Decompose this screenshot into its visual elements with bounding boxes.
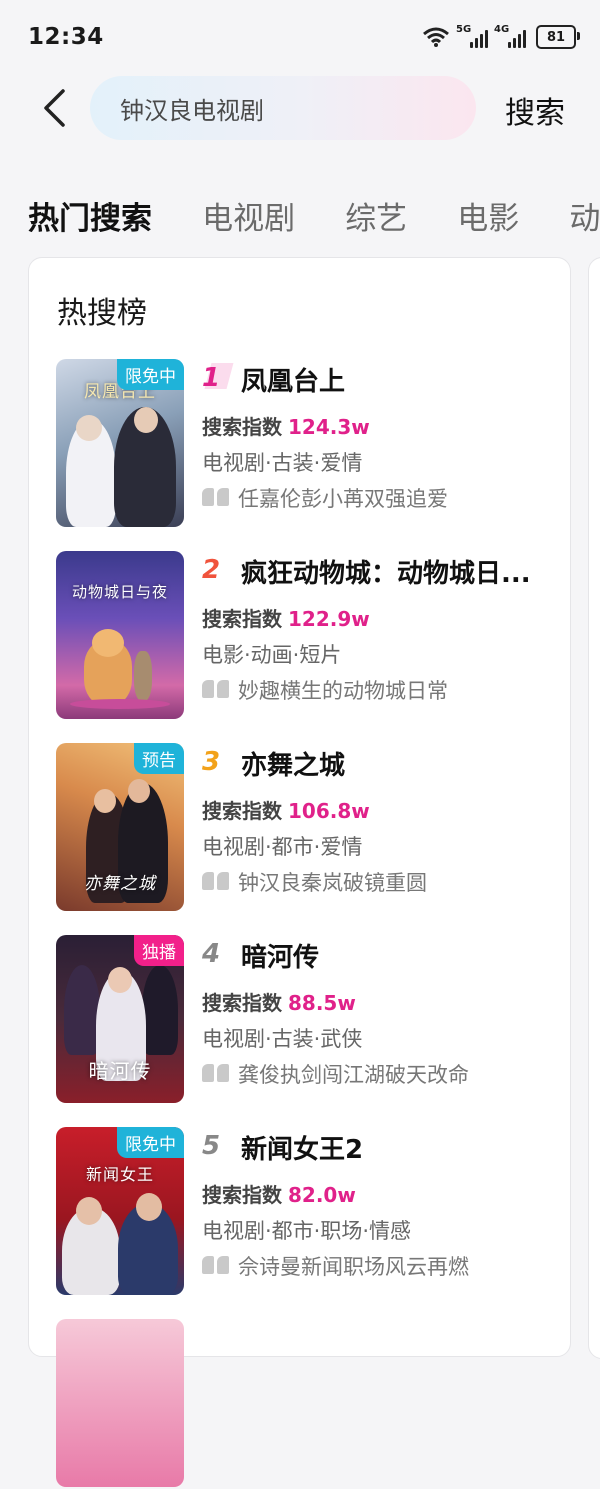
quote-icon xyxy=(202,1064,230,1084)
item-description: 妙趣横生的动物城日常 xyxy=(202,675,448,705)
search-input[interactable] xyxy=(118,93,476,123)
search-index-value: 88.5w xyxy=(288,991,356,1015)
item-title: 疯狂动物城：动物城日... xyxy=(241,559,531,589)
rank-number: 3 xyxy=(202,747,221,777)
category-tabs: 热门搜索 电视剧 综艺 电影 动 xyxy=(28,193,600,241)
tab-anime[interactable]: 动 xyxy=(569,193,600,238)
item-tags: 电视剧·都市·爱情 xyxy=(202,835,363,859)
search-index-value: 106.8w xyxy=(288,799,370,823)
description-text: 任嘉伦彭小苒双强追爱 xyxy=(238,487,448,511)
search-index-value: 122.9w xyxy=(288,607,370,631)
poster-title: 动物城日与夜 xyxy=(71,583,168,601)
search-button[interactable]: 搜索 xyxy=(505,88,565,132)
status-bar: 12:34 5G 4G 81 xyxy=(0,0,600,72)
tab-tv-series[interactable]: 电视剧 xyxy=(202,193,295,238)
search-index: 搜索指数 124.3w xyxy=(202,411,370,440)
item-tags: 电影·动画·短片 xyxy=(202,643,342,667)
poster-badge: 预告 xyxy=(134,743,184,774)
item-description: 钟汉良秦岚破镜重圆 xyxy=(202,867,427,897)
back-button[interactable] xyxy=(30,84,78,132)
list-item[interactable]: 亦舞之城 预告 3 亦舞之城 搜索指数 106.8w 电视剧·都市·爱情 钟汉良秦… xyxy=(56,743,556,913)
poster-image: 新闻女王 限免中 xyxy=(56,1127,184,1295)
item-description: 龚俊执剑闯江湖破天改命 xyxy=(202,1059,469,1089)
search-box[interactable] xyxy=(90,76,476,140)
item-tags: 电视剧·古装·武侠 xyxy=(202,1027,363,1051)
battery-level: 81 xyxy=(546,29,566,45)
item-tags: 电视剧·古装·爱情 xyxy=(202,451,363,475)
poster-image: 亦舞之城 预告 xyxy=(56,743,184,911)
battery-icon: 81 xyxy=(536,25,580,49)
tab-variety[interactable]: 综艺 xyxy=(345,193,407,238)
rank-number: 2 xyxy=(202,555,221,585)
list-item[interactable]: 新闻女王 限免中 5 新闻女王2 搜索指数 82.0w 电视剧·都市·职场·情感 … xyxy=(56,1127,556,1297)
signal-5g-icon: 5G xyxy=(456,24,488,48)
search-index-label: 搜索指数 xyxy=(202,415,282,439)
poster-image: 动物城日与夜 xyxy=(56,551,184,719)
search-index-value: 124.3w xyxy=(288,415,370,439)
search-index-value: 82.0w xyxy=(288,1183,356,1207)
item-description: 佘诗曼新闻职场风云再燃 xyxy=(202,1251,469,1281)
search-index-label: 搜索指数 xyxy=(202,1183,282,1207)
poster-title: 新闻女王 xyxy=(85,1165,154,1184)
quote-icon xyxy=(202,680,230,700)
item-description: 任嘉伦彭小苒双强追爱 xyxy=(202,483,448,513)
item-title: 新闻女王2 xyxy=(241,1135,364,1165)
list-item[interactable]: 凤凰台上 限免中 1 .item:nth-of-type(2) .rank::b… xyxy=(56,359,556,529)
description-text: 佘诗曼新闻职场风云再燃 xyxy=(238,1255,469,1279)
tab-hot-search[interactable]: 热门搜索 xyxy=(28,193,152,238)
quote-icon xyxy=(202,872,230,892)
description-text: 妙趣横生的动物城日常 xyxy=(238,679,448,703)
quote-icon xyxy=(202,488,230,508)
rank-number: 5 xyxy=(202,1131,221,1161)
search-index: 搜索指数 88.5w xyxy=(202,987,356,1016)
network-4g-label: 4G xyxy=(494,24,510,35)
status-time: 12:34 xyxy=(28,24,104,50)
description-text: 龚俊执剑闯江湖破天改命 xyxy=(238,1063,469,1087)
search-index: 搜索指数 106.8w xyxy=(202,795,370,824)
search-index-label: 搜索指数 xyxy=(202,991,282,1015)
card-title: 热搜榜 xyxy=(57,296,147,331)
poster-badge: 限免中 xyxy=(117,359,184,390)
tab-movie[interactable]: 电影 xyxy=(457,193,519,238)
network-5g-label: 5G xyxy=(456,24,472,35)
poster-badge: 限免中 xyxy=(117,1127,184,1158)
rank-number: 4 xyxy=(202,939,221,969)
poster-title: 亦舞之城 xyxy=(84,874,156,894)
chevron-left-icon xyxy=(44,89,65,127)
item-title: 亦舞之城 xyxy=(241,751,346,781)
list-item[interactable] xyxy=(56,1319,556,1489)
poster-image: 凤凰台上 限免中 xyxy=(56,359,184,527)
search-index-label: 搜索指数 xyxy=(202,607,282,631)
hot-search-card: 热搜榜 凤凰台上 限免中 1 .item:nth-of-type(2) .ran… xyxy=(28,257,571,1487)
status-icons: 5G 4G 81 xyxy=(422,24,580,50)
poster-badge: 独播 xyxy=(134,935,184,966)
poster-image xyxy=(56,1319,184,1487)
next-card-peek xyxy=(588,257,600,1359)
quote-icon xyxy=(202,1256,230,1276)
rank-number: 1 xyxy=(202,363,230,393)
poster-title: 暗河传 xyxy=(88,1059,152,1083)
poster-image: 暗河传 独播 xyxy=(56,935,184,1103)
search-index: 搜索指数 82.0w xyxy=(202,1179,356,1208)
list-item[interactable]: 暗河传 独播 4 暗河传 搜索指数 88.5w 电视剧·古装·武侠 龚俊执剑闯江湖… xyxy=(56,935,556,1105)
description-text: 钟汉良秦岚破镜重圆 xyxy=(238,871,427,895)
item-title: 暗河传 xyxy=(241,943,320,973)
item-title: 凤凰台上 xyxy=(241,367,346,397)
item-tags: 电视剧·都市·职场·情感 xyxy=(202,1219,412,1243)
list-item[interactable]: 动物城日与夜 2 疯狂动物城：动物城日... 搜索指数 122.9w 电影·动画·… xyxy=(56,551,556,721)
wifi-icon xyxy=(423,27,449,47)
search-index-label: 搜索指数 xyxy=(202,799,282,823)
signal-4g-icon: 4G xyxy=(494,24,526,48)
search-index: 搜索指数 122.9w xyxy=(202,603,370,632)
